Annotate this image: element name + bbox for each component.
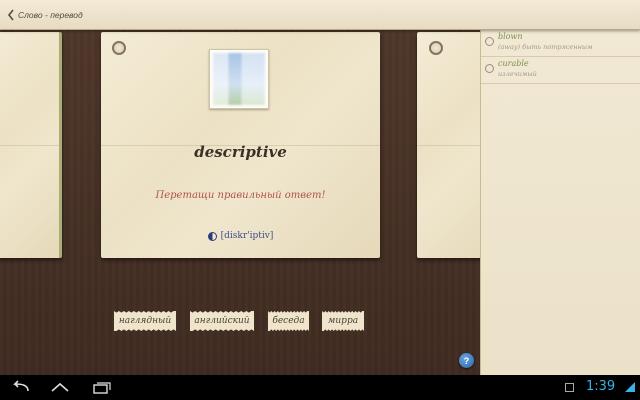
system-nav-bar: 1:39 bbox=[0, 375, 640, 400]
page-title: Слово - перевод bbox=[18, 9, 83, 20]
clock: 1:39 bbox=[586, 379, 616, 394]
recent-words-panel: blown (away) быть потрясенным curable из… bbox=[480, 30, 640, 375]
pin-icon bbox=[429, 41, 443, 55]
list-item-word: blown bbox=[498, 32, 523, 41]
answer-chip[interactable]: мирра bbox=[322, 311, 364, 331]
pin-icon bbox=[112, 41, 126, 55]
help-button[interactable]: ? bbox=[459, 353, 474, 368]
list-item-word: curable bbox=[498, 59, 529, 68]
clock-icon bbox=[485, 37, 494, 46]
list-item[interactable]: curable излечимый bbox=[481, 57, 640, 84]
sound-icon bbox=[207, 231, 217, 241]
nav-recent-icon[interactable] bbox=[88, 379, 114, 396]
answer-chip[interactable]: наглядный bbox=[114, 311, 176, 331]
current-card: descriptive Перетащи правильный ответ! [… bbox=[101, 32, 380, 258]
card-word: descriptive bbox=[194, 143, 287, 161]
list-item-translation: (away) быть потрясенным bbox=[498, 43, 593, 51]
help-icon: ? bbox=[463, 355, 470, 366]
list-item[interactable]: blown (away) быть потрясенным bbox=[481, 30, 640, 57]
previous-card[interactable] bbox=[0, 32, 62, 258]
nav-home-icon[interactable] bbox=[47, 379, 73, 396]
answer-chip[interactable]: английский bbox=[190, 311, 254, 331]
answer-chip[interactable]: беседа bbox=[268, 311, 309, 331]
transcription-text: [diskr'iptiv] bbox=[220, 231, 274, 241]
clock-icon bbox=[485, 64, 494, 73]
back-button[interactable]: Слово - перевод bbox=[0, 0, 89, 30]
transcription-button[interactable]: [diskr'iptiv] bbox=[101, 231, 380, 241]
word-image bbox=[209, 49, 269, 109]
nav-back-icon[interactable] bbox=[8, 379, 34, 396]
wifi-icon bbox=[625, 382, 635, 392]
gallery-icon bbox=[565, 383, 574, 392]
top-bar: Слово - перевод bbox=[0, 0, 640, 30]
back-icon bbox=[7, 9, 14, 20]
card-hint: Перетащи правильный ответ! bbox=[155, 190, 326, 201]
list-item-translation: излечимый bbox=[498, 70, 537, 78]
